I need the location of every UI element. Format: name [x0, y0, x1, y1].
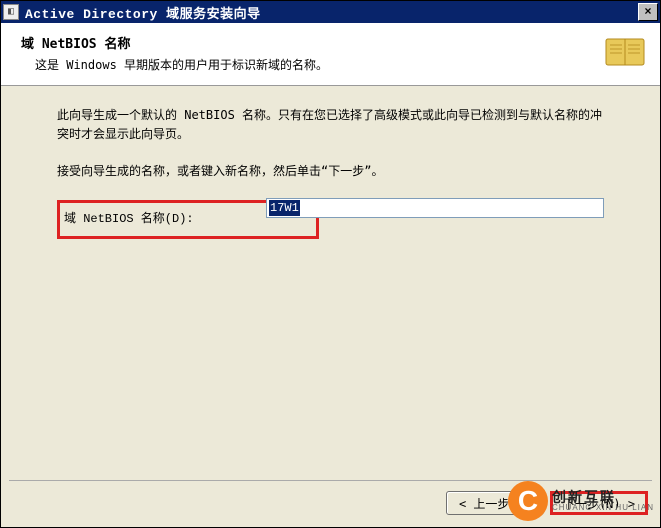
close-button[interactable]: ×: [638, 3, 658, 21]
description-2: 接受向导生成的名称，或者键入新名称，然后单击“下一步”。: [57, 162, 612, 181]
titlebar: ◧ Active Directory 域服务安装向导 ×: [1, 1, 660, 23]
wizard-header: 域 NetBIOS 名称 这是 Windows 早期版本的用户用于标识新域的名称…: [1, 23, 660, 86]
back-button[interactable]: < 上一步(B): [446, 491, 544, 515]
netbios-field-label: 域 NetBIOS 名称(D):: [64, 209, 194, 226]
next-button-highlight: 下一步(N) >: [550, 491, 648, 515]
wizard-window: ◧ Active Directory 域服务安装向导 × 域 NetBIOS 名…: [0, 0, 661, 528]
netbios-name-input[interactable]: 17W1: [266, 198, 604, 218]
app-icon: ◧: [3, 4, 19, 20]
header-title: 域 NetBIOS 名称: [21, 33, 594, 52]
book-icon: [604, 33, 646, 69]
wizard-body: 此向导生成一个默认的 NetBIOS 名称。只有在您已选择了高级模式或此向导已检…: [1, 86, 660, 480]
next-button[interactable]: 下一步(N) >: [563, 495, 635, 512]
window-title: Active Directory 域服务安装向导: [25, 3, 638, 22]
header-text: 域 NetBIOS 名称 这是 Windows 早期版本的用户用于标识新域的名称…: [21, 33, 594, 73]
netbios-name-value: 17W1: [269, 200, 300, 216]
wizard-footer: < 上一步(B) 下一步(N) >: [1, 481, 660, 527]
header-subtitle: 这是 Windows 早期版本的用户用于标识新域的名称。: [35, 56, 594, 73]
description-1: 此向导生成一个默认的 NetBIOS 名称。只有在您已选择了高级模式或此向导已检…: [57, 106, 612, 144]
next-button-label: 下一步(N) >: [563, 497, 635, 511]
back-button-label: < 上一步(B): [459, 495, 531, 512]
